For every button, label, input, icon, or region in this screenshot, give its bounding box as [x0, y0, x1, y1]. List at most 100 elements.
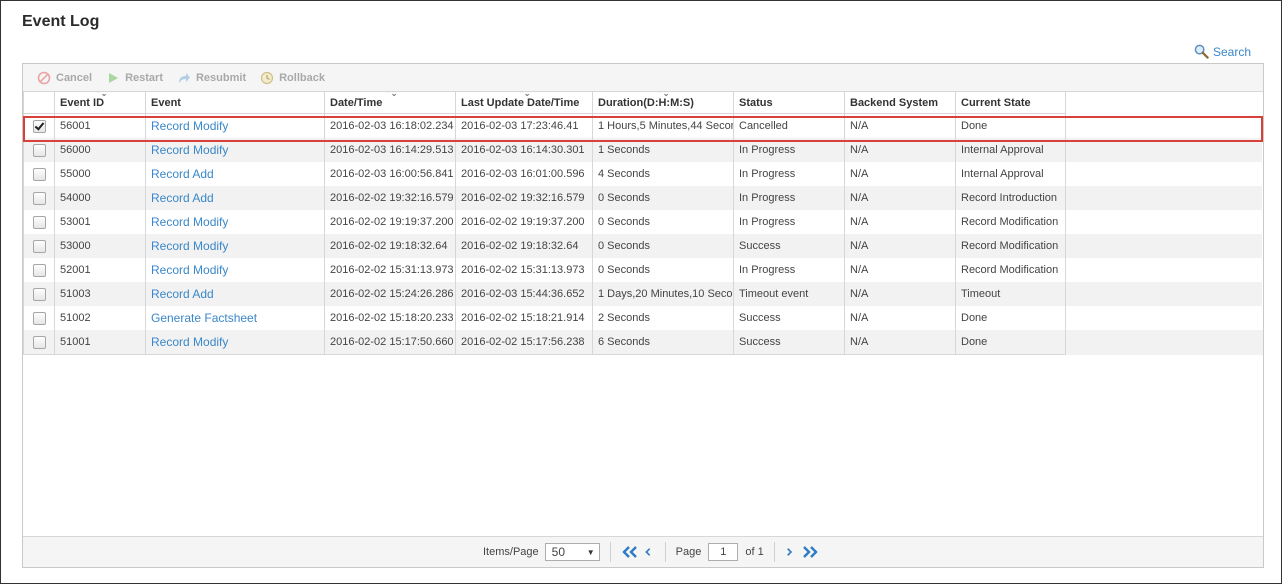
- duration-cell: 1 Days,20 Minutes,10 Seconds: [592, 282, 734, 306]
- row-checkbox[interactable]: [32, 263, 46, 277]
- next-page-button[interactable]: [785, 545, 797, 559]
- datetime-cell: 2016-02-02 15:31:13.973: [324, 258, 456, 282]
- current-state-cell: Timeout: [955, 282, 1066, 306]
- column-header-event-id[interactable]: ⌃⌄ Event ID: [54, 92, 146, 114]
- divider: [664, 542, 666, 562]
- last-page-button[interactable]: [801, 545, 819, 559]
- row-checkbox[interactable]: [32, 215, 46, 229]
- row-checkbox[interactable]: [32, 311, 46, 325]
- cancel-label: Cancel: [56, 71, 93, 84]
- table-row[interactable]: 56001 Record Modify 2016-02-03 16:18:02.23…: [23, 113, 1263, 139]
- row-checkbox-cell: [23, 234, 55, 258]
- cancel-button[interactable]: Cancel: [37, 71, 92, 85]
- sort-arrows-icon: ⌃⌄: [518, 92, 530, 98]
- event-grid-panel: Cancel Restart Resubmit Rollback ⌃⌄ Even…: [22, 63, 1264, 568]
- restart-button[interactable]: Restart: [106, 71, 163, 85]
- row-checkbox-cell: [23, 258, 55, 282]
- row-checkbox[interactable]: [32, 239, 46, 253]
- column-header-duration[interactable]: ⌃⌄ Duration(D:H:M:S): [592, 92, 734, 114]
- current-state-cell: Record Modification: [955, 258, 1066, 282]
- rollback-icon: [261, 71, 274, 84]
- table-row[interactable]: 51003 Record Add 2016-02-02 15:24:26.286 20…: [23, 282, 1263, 306]
- table-header-row: ⌃⌄ Event ID Event ⌃⌄ Date/Time ⌃⌄ Last Upda…: [23, 92, 1263, 114]
- column-header-event[interactable]: Event: [145, 92, 325, 114]
- row-checkbox[interactable]: [32, 287, 46, 301]
- items-per-page-value: 50: [551, 545, 565, 559]
- backend-system-cell: N/A: [844, 330, 956, 355]
- datetime-cell: 2016-02-03 16:18:02.234: [324, 113, 456, 138]
- event-link[interactable]: Record Add: [145, 186, 325, 210]
- items-per-page-select[interactable]: 50 ▼: [544, 543, 600, 561]
- column-header-datetime[interactable]: ⌃⌄ Date/Time: [324, 92, 456, 114]
- page-label: Page: [675, 546, 702, 558]
- filler-cell: [1066, 114, 1263, 139]
- sort-arrows-icon: ⌃⌄: [95, 92, 107, 98]
- table-row[interactable]: 53000 Record Modify 2016-02-02 19:18:32.64…: [23, 234, 1263, 258]
- event-link[interactable]: Record Add: [145, 162, 325, 186]
- event-link[interactable]: Record Modify: [145, 234, 325, 258]
- first-page-button[interactable]: [621, 545, 639, 559]
- column-header-current-state[interactable]: Current State: [955, 92, 1066, 114]
- resubmit-button[interactable]: Resubmit: [177, 71, 246, 85]
- event-link[interactable]: Record Add: [145, 282, 325, 306]
- last-update-cell: 2016-02-03 17:23:46.41: [455, 113, 593, 138]
- toolbar: Cancel Restart Resubmit Rollback: [23, 64, 1263, 92]
- items-per-page-label: Items/Page: [483, 546, 539, 558]
- rollback-button[interactable]: Rollback: [260, 71, 325, 85]
- row-checkbox[interactable]: [32, 335, 46, 349]
- event-link[interactable]: Record Modify: [145, 330, 325, 355]
- row-checkbox[interactable]: [32, 119, 46, 133]
- table-row[interactable]: 55000 Record Add 2016-02-03 16:00:56.841 20…: [23, 162, 1263, 186]
- event-link[interactable]: Record Modify: [145, 138, 325, 162]
- row-checkbox[interactable]: [32, 143, 46, 157]
- status-cell: Success: [733, 234, 845, 258]
- column-header-status[interactable]: Status: [733, 92, 845, 114]
- resubmit-icon: [178, 72, 190, 83]
- table-row[interactable]: 54000 Record Add 2016-02-02 19:32:16.579 20…: [23, 186, 1263, 210]
- current-state-cell: Record Modification: [955, 234, 1066, 258]
- table-row[interactable]: 53001 Record Modify 2016-02-02 19:19:37.20…: [23, 210, 1263, 234]
- chevron-right-icon: [786, 548, 792, 556]
- event-link[interactable]: Generate Factsheet: [145, 306, 325, 330]
- duration-cell: 1 Seconds: [592, 138, 734, 162]
- double-chevron-left-icon: [621, 546, 637, 558]
- event-id-cell: 52001: [54, 258, 146, 282]
- event-link[interactable]: Record Modify: [145, 113, 325, 138]
- filler-cell: [1065, 186, 1263, 210]
- column-header-backend-system[interactable]: Backend System: [844, 92, 956, 114]
- chevron-left-icon: [644, 548, 650, 556]
- backend-system-cell: N/A: [844, 282, 956, 306]
- table-row[interactable]: 56000 Record Modify 2016-02-03 16:14:29.51…: [23, 138, 1263, 162]
- current-state-cell: Done: [955, 113, 1066, 138]
- status-cell: In Progress: [733, 258, 845, 282]
- datetime-cell: 2016-02-03 16:00:56.841: [324, 162, 456, 186]
- filler-cell: [1065, 282, 1263, 306]
- table-row[interactable]: 52001 Record Modify 2016-02-02 15:31:13.97…: [23, 258, 1263, 282]
- backend-system-cell: N/A: [844, 113, 956, 138]
- search-link[interactable]: Search: [1194, 44, 1251, 59]
- event-link[interactable]: Record Modify: [145, 258, 325, 282]
- last-update-cell: 2016-02-03 16:14:30.301: [455, 138, 593, 162]
- datetime-cell: 2016-02-02 15:17:50.660: [324, 330, 456, 355]
- backend-system-cell: N/A: [844, 162, 956, 186]
- event-id-cell: 51003: [54, 282, 146, 306]
- table-row[interactable]: 51002 Generate Factsheet 2016-02-02 15:18:…: [23, 306, 1263, 330]
- status-cell: Cancelled: [733, 113, 845, 138]
- page-title: Event Log: [22, 13, 100, 30]
- previous-page-button[interactable]: [643, 545, 655, 559]
- column-header-last-update[interactable]: ⌃⌄ Last Update Date/Time: [455, 92, 593, 114]
- filler-cell: [1065, 234, 1263, 258]
- status-cell: Success: [733, 306, 845, 330]
- event-id-cell: 56001: [54, 113, 146, 138]
- select-all-header[interactable]: [23, 92, 55, 114]
- row-checkbox[interactable]: [32, 167, 46, 181]
- page-number-input[interactable]: 1: [708, 543, 739, 561]
- row-checkbox[interactable]: [32, 191, 46, 205]
- duration-cell: 6 Seconds: [592, 330, 734, 355]
- filler-cell: [1066, 210, 1263, 234]
- datetime-cell: 2016-02-02 19:32:16.579: [324, 186, 456, 210]
- last-update-cell: 2016-02-02 19:32:16.579: [455, 186, 593, 210]
- table-row[interactable]: 51001 Record Modify 2016-02-02 15:17:50.66…: [23, 330, 1263, 355]
- last-update-cell: 2016-02-02 15:17:56.238: [455, 330, 593, 355]
- event-link[interactable]: Record Modify: [145, 210, 325, 234]
